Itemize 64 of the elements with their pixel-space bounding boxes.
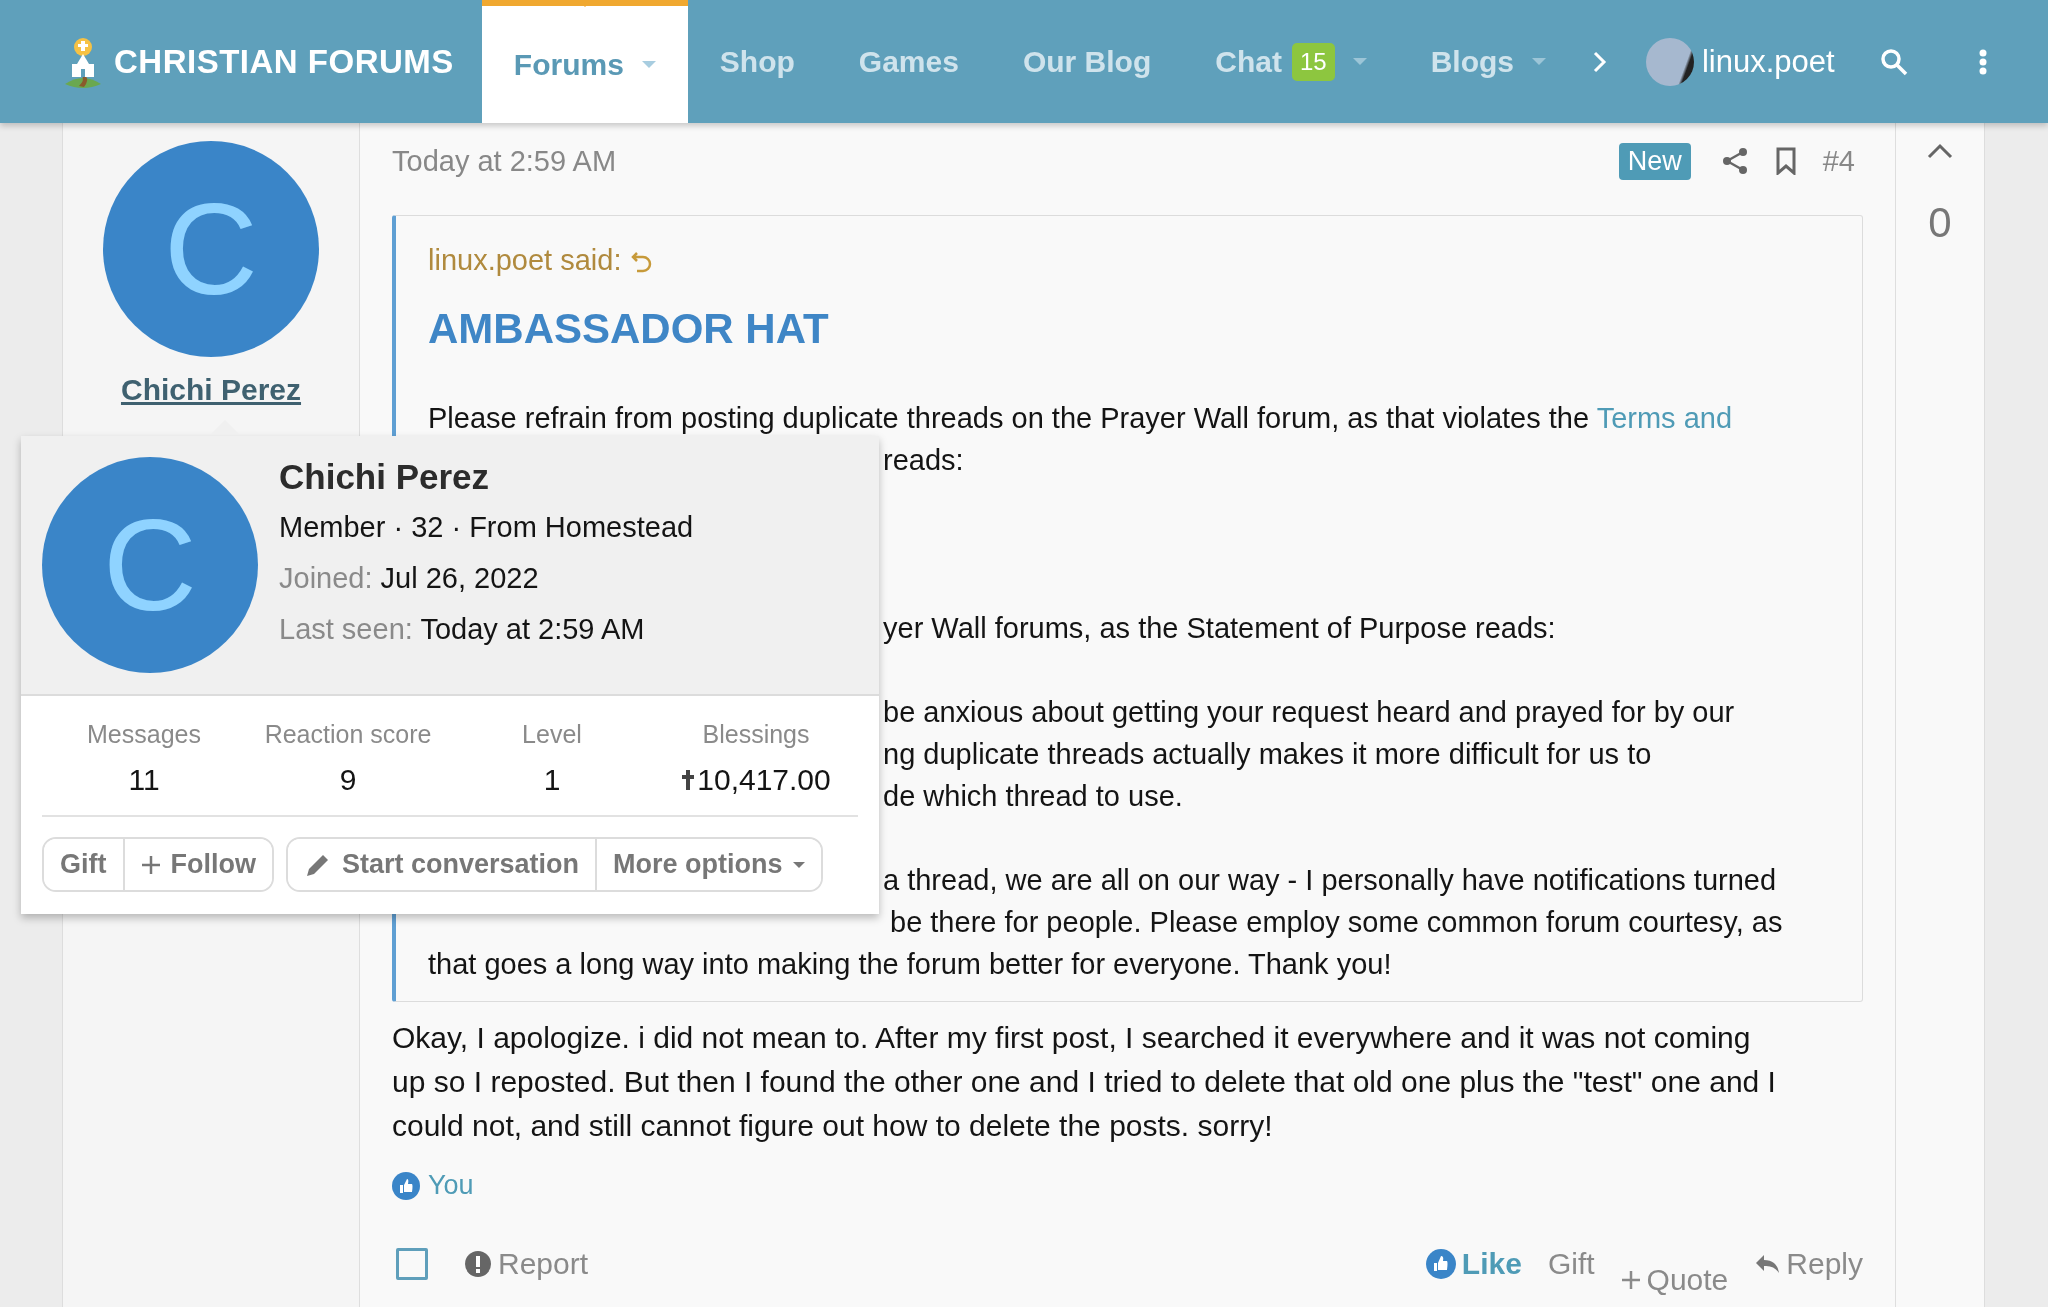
nav-tab[interactable]: Blogs [1398, 0, 1578, 123]
reply-button[interactable]: Reply [1754, 1247, 1863, 1281]
chevron-up-icon[interactable] [1927, 143, 1953, 159]
stat-value: 9 [339, 763, 357, 797]
stat-label: Reaction score [264, 720, 432, 749]
stat-value: 1 [543, 763, 561, 797]
new-badge: New [1618, 142, 1691, 180]
thumbs-up-icon [392, 1171, 420, 1200]
follow-button[interactable]: Follow [122, 839, 272, 890]
stat-value: 10,417.00 [697, 763, 831, 797]
quote-text: de which thread to use. [883, 779, 1183, 814]
more-icon[interactable] [1978, 48, 1987, 75]
more-button[interactable]: More options [595, 839, 821, 890]
quote-heading: AMBASSADOR HAT [428, 305, 830, 353]
stat-value: 11 [128, 763, 160, 797]
terms-link[interactable]: Terms and [1596, 402, 1733, 434]
plus-icon [140, 854, 161, 875]
quote-text: ng duplicate threads actually makes it more difficult for us to [883, 737, 1652, 772]
profile-details: Member · 32 · From Homestead [279, 511, 694, 544]
post-message: Okay, I apologize. i did not mean to. After my first post, I searched it everywhere and it was not coming up so I reposted. But then I found the other one and I tried to delete that old one plus the "test" one and I could not, and still cannot figure out how to delete the posts. sorry! [392, 1020, 1777, 1144]
nav-tab[interactable]: Games [826, 0, 991, 123]
stat-label: Blessings [702, 720, 810, 749]
thumbs-up-icon [1425, 1249, 1456, 1279]
username-link[interactable]: linux.poet [1701, 43, 1835, 80]
post-date[interactable]: Today at 2:59 AM [392, 144, 1619, 178]
quote-text: reads: [883, 443, 964, 478]
post-number-link[interactable]: #4 [1822, 144, 1855, 178]
alert-icon [464, 1250, 492, 1278]
bookmark-icon[interactable] [1774, 147, 1797, 175]
share-icon[interactable] [1720, 147, 1749, 175]
quote-text: be there for people. Please employ some common forum courtesy, as [890, 905, 1783, 940]
search-icon[interactable] [1878, 46, 1909, 77]
joined-date: Jul 26, 2022 [380, 562, 539, 594]
joined-label: Joined: [279, 562, 373, 594]
gift-button[interactable]: Gift [1547, 1247, 1595, 1281]
stat-label: Level [522, 720, 582, 749]
nav-tab[interactable]: Shop [687, 0, 827, 123]
chevron-right-icon[interactable] [1591, 49, 1608, 74]
user-avatar[interactable]: C [42, 457, 258, 673]
vote-score: 0 [1928, 199, 1952, 247]
quote-text: yer Wall forums, as the Statement of Purpose reads: [883, 611, 1556, 646]
quote-button[interactable]: Quote [1620, 1263, 1729, 1297]
user-avatar[interactable]: C [103, 141, 319, 357]
quote-text: Please refrain from posting duplicate threads on the Prayer Wall forum, as that violates the Terms and [428, 401, 1733, 436]
quote-text: be anxious about getting your request heard and prayed for by our [883, 695, 1735, 730]
reaction-users-link[interactable]: You [428, 1170, 474, 1201]
stat-label: Messages [87, 720, 201, 749]
quote-attribution[interactable]: linux.poet said: [428, 244, 622, 277]
last-seen-time: Today at 2:59 AM [420, 613, 645, 645]
nav-tab[interactable]: Our Blog [990, 0, 1184, 123]
select-checkbox[interactable] [396, 1248, 428, 1280]
username-link[interactable]: Chichi Perez [120, 373, 302, 407]
nav-tab[interactable]: Chat 15 [1183, 0, 1399, 123]
quote-text: a thread, we are all on our way - I personally have notifications turned [883, 863, 1777, 898]
plus-icon [1620, 1270, 1641, 1290]
reply-arrow-icon [1754, 1253, 1781, 1275]
quote-text: that goes a long way into making the forum better for everyone. Thank you! [428, 947, 1392, 982]
count-badge: 15 [1291, 42, 1335, 81]
profile-name[interactable]: Chichi Perez [279, 457, 694, 497]
site-logo-text[interactable]: CHRISTIAN FORUMS [114, 42, 454, 81]
last-seen-label: Last seen: [279, 613, 413, 645]
report-link[interactable]: Report [498, 1247, 589, 1281]
like-button[interactable]: Like [1425, 1247, 1522, 1281]
nav-tab[interactable]: Forums [481, 0, 688, 123]
